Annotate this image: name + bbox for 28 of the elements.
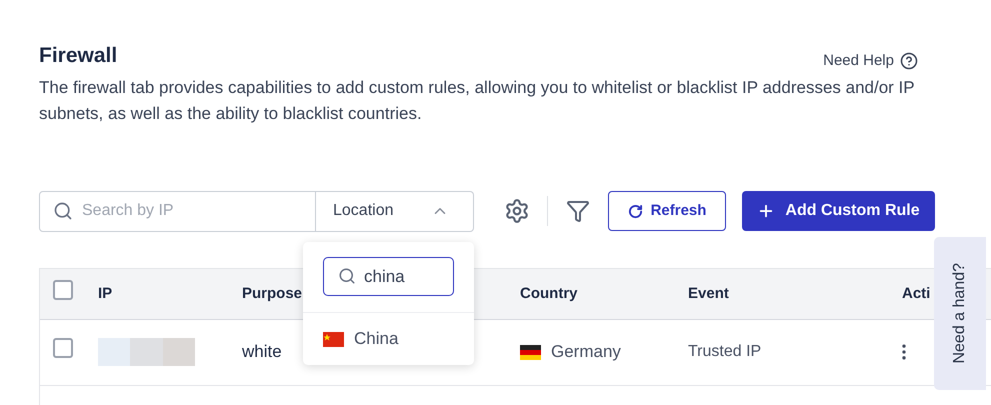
search-icon <box>53 200 73 220</box>
help-link[interactable]: Need Help <box>823 50 918 72</box>
add-rule-button[interactable]: Add Custom Rule <box>742 191 935 231</box>
column-header: Country <box>520 284 578 302</box>
column-header: Acti <box>902 284 930 302</box>
checkbox[interactable] <box>53 338 73 358</box>
refresh-icon <box>628 204 643 218</box>
table-cell-text: Germany <box>551 341 621 364</box>
location-select[interactable]: Location <box>316 190 474 232</box>
refresh-button[interactable]: Refresh <box>608 191 726 231</box>
flag-icon <box>323 332 344 346</box>
search-field[interactable]: Search by IP <box>39 190 316 232</box>
column-header: IP <box>98 284 112 302</box>
help-tab[interactable]: Need a hand? <box>934 237 986 390</box>
filter-icon[interactable] <box>566 199 590 223</box>
help-icon <box>900 52 918 70</box>
table-cell: white <box>242 342 282 361</box>
page-title: Firewall <box>39 43 118 69</box>
table-cell: Trusted IP <box>688 343 762 360</box>
page-description: The firewall tab provides capabilities to add custom rules, allowing you to whitelist or blacklist IP addresses and/or IP subnets, as well as the ability to blacklist countries. <box>39 76 916 124</box>
settings-icon[interactable] <box>504 198 530 224</box>
column-header: Purpose <box>242 284 302 302</box>
flag-icon <box>520 344 541 360</box>
search-icon <box>338 267 356 285</box>
dropdown-search-field[interactable]: china <box>323 257 454 296</box>
checkbox[interactable] <box>53 280 73 300</box>
dropdown-option[interactable]: China <box>303 313 474 365</box>
column-header: Event <box>688 284 729 302</box>
